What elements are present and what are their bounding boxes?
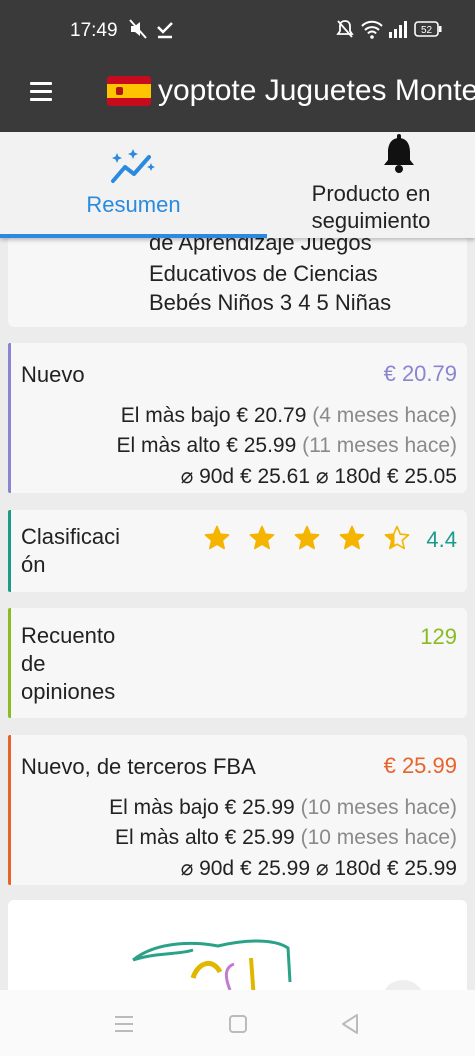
highest-price-row: El màs alto € 25.99 (10 meses hace): [115, 826, 457, 850]
product-title-line: Bebés Niños 3 4 5 Niñas: [149, 290, 392, 315]
reviews-label-line: Recuento: [21, 623, 116, 648]
highest-value: € 25.99: [224, 826, 295, 849]
active-tab-indicator: [0, 234, 267, 238]
avg90-label: ⌀ 90d: [180, 857, 235, 880]
new-price-value: € 20.79: [383, 361, 457, 386]
app-title: yoptote Juguetes Monte: [158, 74, 475, 107]
rating-value: 4.4: [426, 527, 457, 552]
star-icon: [339, 525, 365, 550]
battery-icon: 52: [414, 21, 442, 37]
tab-resumen[interactable]: Resumen: [0, 132, 267, 238]
average-price-row: ⌀ 90d € 25.61 ⌀ 180d € 25.05: [181, 464, 457, 489]
new-price-card[interactable]: Nuevo € 20.79 El màs bajo € 20.79 (4 mes…: [8, 343, 467, 493]
avg180-value: € 25.99: [386, 857, 457, 880]
lowest-value: € 25.99: [224, 796, 295, 819]
reviews-label-line: opiniones: [21, 679, 116, 704]
highest-value: € 25.99: [226, 434, 297, 457]
star-icon: [204, 525, 230, 550]
bell-icon: [384, 134, 414, 173]
product-image-card[interactable]: [8, 900, 467, 1000]
tab-bar: Resumen Producto en seguimiento: [0, 132, 475, 238]
rating-label-line: ón: [21, 552, 46, 577]
highest-ago: (11 meses hace): [302, 434, 457, 457]
star-icon: [384, 525, 410, 550]
recents-icon[interactable]: [114, 1015, 134, 1033]
lowest-label: El màs bajo: [120, 404, 231, 427]
avg90-value: € 25.99: [239, 857, 311, 880]
product-title-line: Educativos de Ciencias: [149, 261, 378, 286]
lowest-ago: (4 meses hace): [312, 404, 457, 427]
lowest-ago: (10 meses hace): [300, 796, 457, 819]
rating-card[interactable]: Clasificaci ón 4.4: [8, 510, 467, 592]
product-title-line: de Aprendizaje Juegos: [149, 236, 372, 255]
avg90-value: € 25.61: [239, 465, 311, 488]
back-icon[interactable]: [340, 1013, 360, 1035]
reviews-card[interactable]: Recuento de opiniones 129: [8, 608, 467, 718]
fba-price-card[interactable]: Nuevo, de terceros FBA € 25.99 El màs ba…: [8, 735, 467, 885]
product-image: [132, 939, 425, 1000]
home-icon[interactable]: [228, 1014, 248, 1034]
rating-label: Clasificaci ón: [21, 523, 120, 579]
reviews-label-line: de: [21, 651, 46, 676]
highest-label: El màs alto: [116, 434, 221, 457]
notifications-off-icon: [336, 20, 354, 38]
status-time: 17:49: [70, 20, 118, 41]
tab-producto-seguimiento-label: Producto en seguimiento: [311, 181, 431, 233]
highest-ago: (10 meses hace): [300, 826, 457, 849]
avg180-label: ⌀ 180d: [315, 465, 382, 488]
highest-label: El màs alto: [114, 826, 219, 849]
lowest-price-row: El màs bajo € 20.79 (4 meses hace): [121, 404, 457, 428]
avg180-value: € 25.05: [386, 465, 457, 488]
product-title-card: de Aprendizaje Juegos Educativos de Cien…: [8, 236, 467, 327]
menu-icon[interactable]: [30, 82, 52, 102]
fba-price-value: € 25.99: [383, 753, 457, 778]
avg180-label: ⌀ 180d: [315, 857, 382, 880]
status-bar: 17:49 52: [0, 0, 475, 60]
average-price-row: ⌀ 90d € 25.99 ⌀ 180d € 25.99: [181, 856, 457, 881]
reviews-value: 129: [420, 624, 457, 649]
highest-price-row: El màs alto € 25.99 (11 meses hace): [117, 434, 458, 458]
signal-icon: [389, 21, 407, 38]
system-nav-bar: [0, 990, 475, 1056]
star-icon: [249, 525, 275, 550]
new-price-label: Nuevo: [21, 362, 85, 387]
star-icon: [294, 525, 320, 550]
mute-icon: [129, 19, 147, 39]
download-done-icon: [157, 22, 173, 39]
fba-price-label: Nuevo, de terceros FBA: [21, 754, 256, 779]
lowest-value: € 20.79: [236, 404, 307, 427]
lowest-price-row: El màs bajo € 25.99 (10 meses hace): [109, 796, 457, 820]
spain-flag-icon: [107, 76, 151, 106]
reviews-label: Recuento de opiniones: [21, 622, 115, 706]
avg90-label: ⌀ 90d: [180, 465, 235, 488]
trending-chart-icon: [111, 149, 155, 183]
lowest-label: El màs bajo: [109, 796, 219, 819]
rating-label-line: Clasificaci: [21, 524, 121, 549]
battery-level: 52: [421, 25, 433, 36]
app-bar: yoptote Juguetes Monte: [0, 60, 475, 132]
tab-producto-seguimiento[interactable]: Producto en seguimiento: [267, 132, 475, 238]
tab-resumen-label: Resumen: [86, 192, 181, 217]
wifi-icon: [361, 20, 383, 39]
